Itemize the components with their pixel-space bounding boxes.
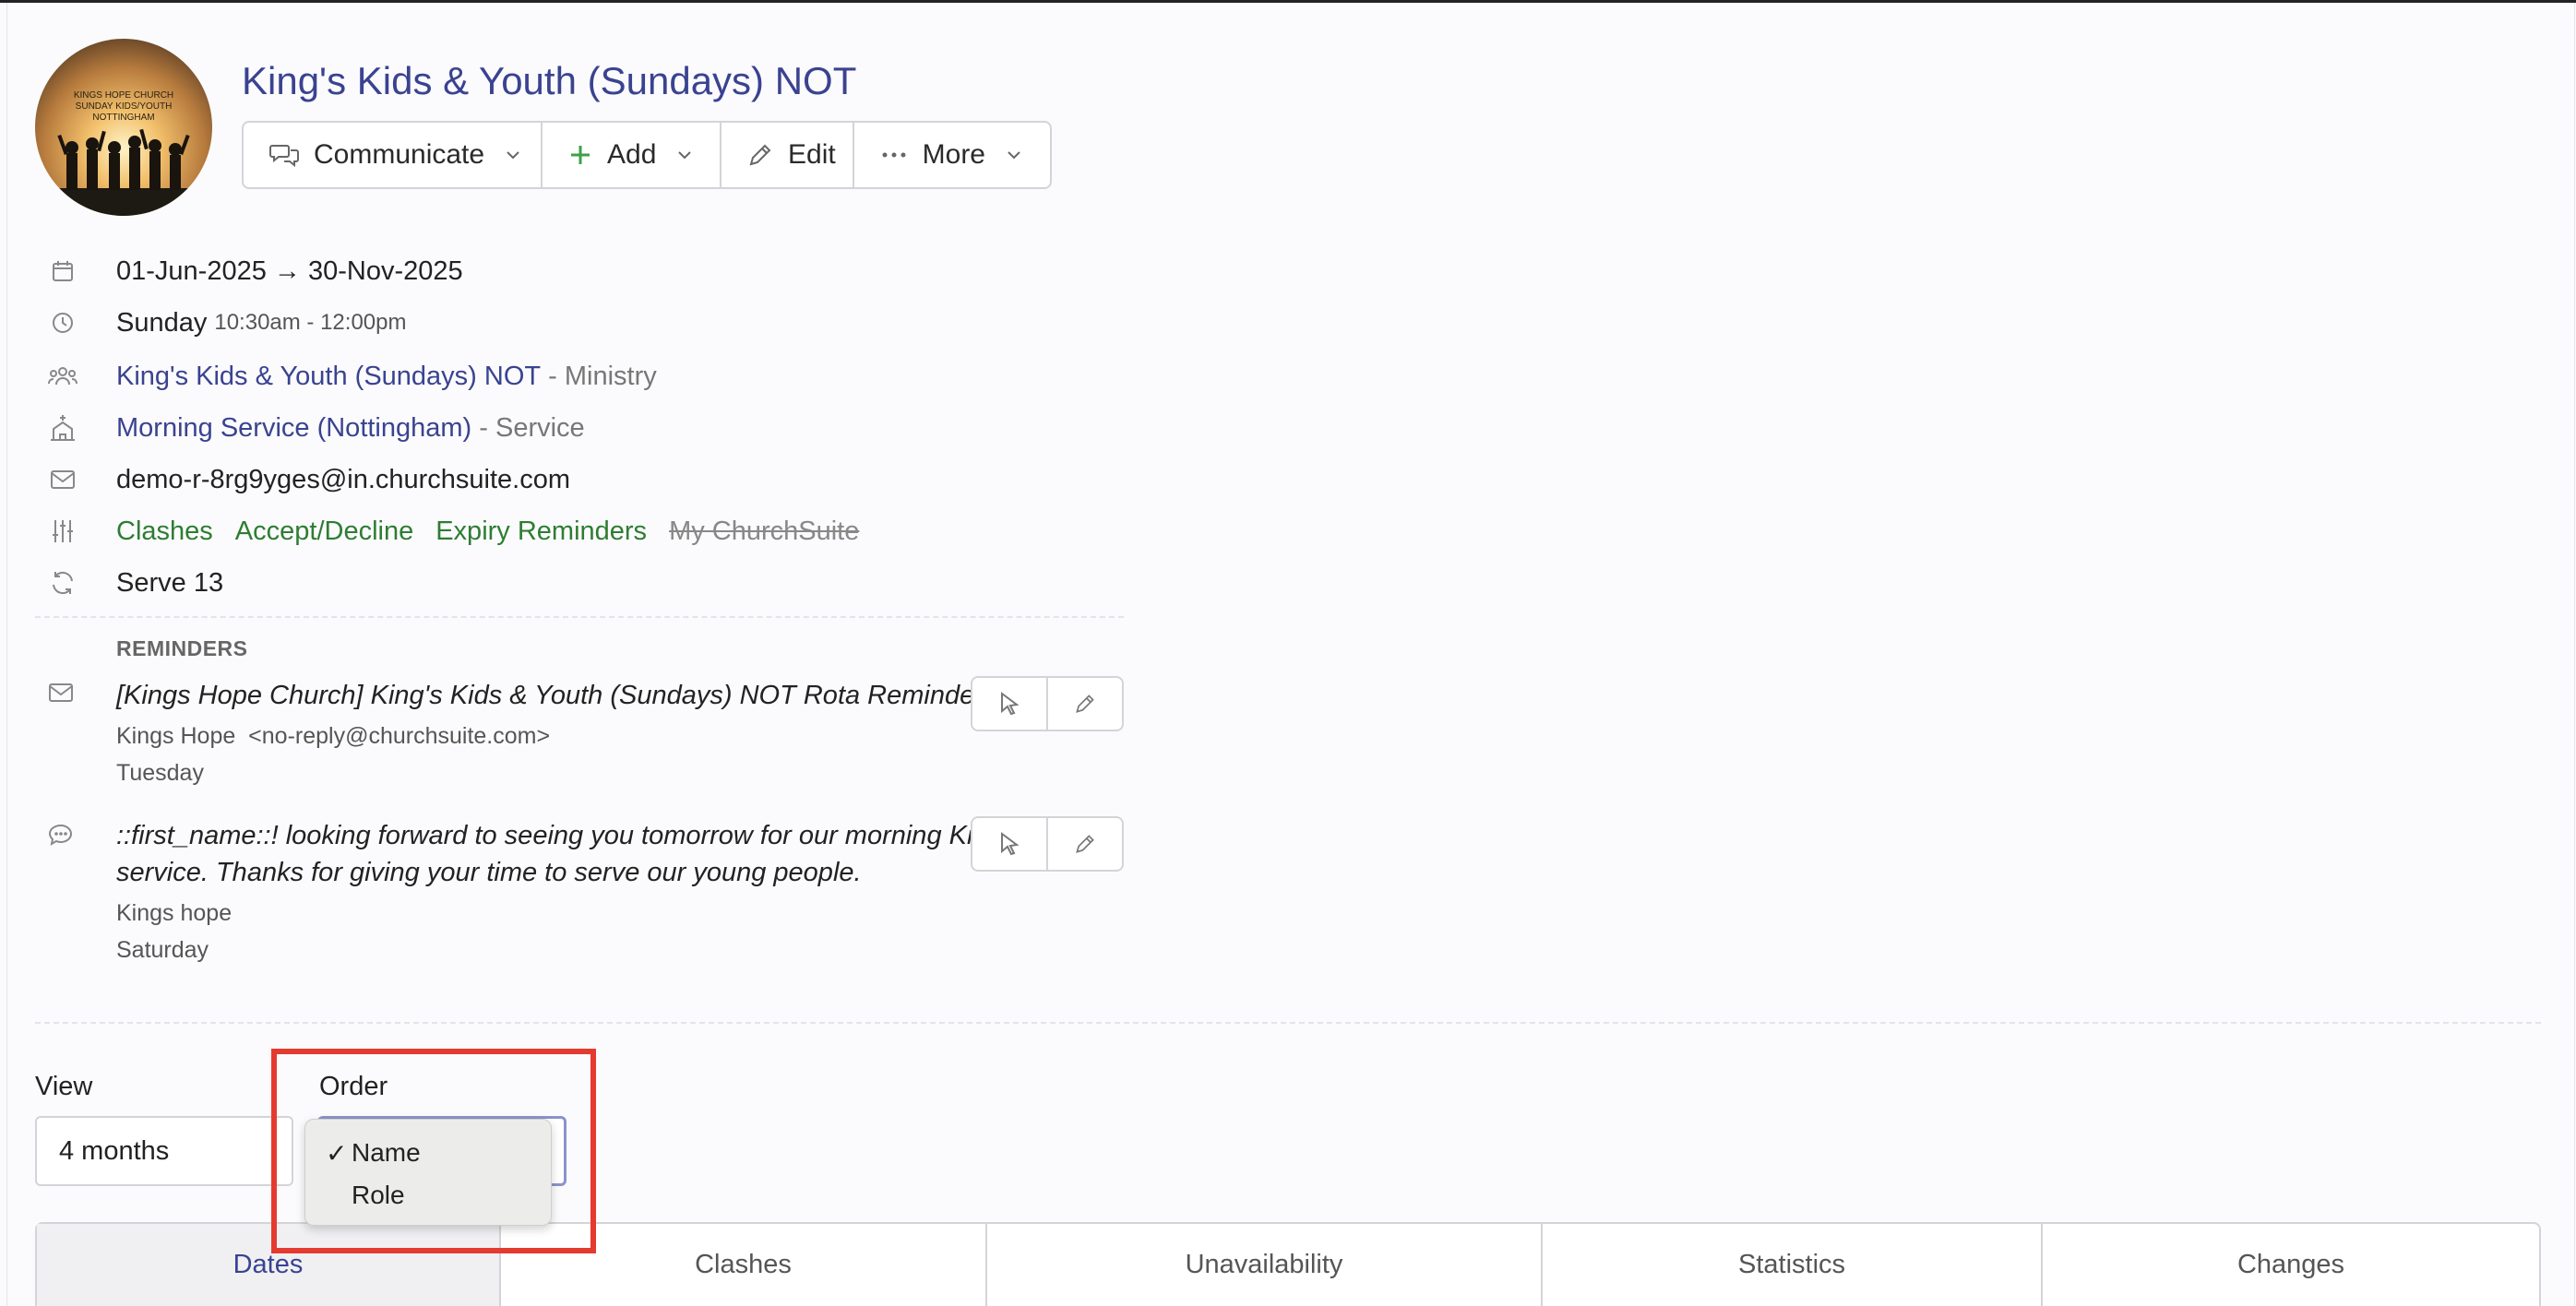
reminders-heading: REMINDERS — [116, 636, 248, 660]
view-value: 4 months — [59, 1135, 170, 1166]
page-title: King's Kids & Youth (Sundays) NOT — [242, 59, 857, 102]
pencil-icon — [1076, 835, 1094, 853]
divider — [35, 616, 1124, 618]
day: Sunday — [116, 307, 208, 338]
time-row: Sunday 10:30am - 12:00pm — [48, 301, 406, 345]
cursor-icon — [1001, 692, 1020, 716]
church-icon — [48, 413, 78, 443]
email-link[interactable]: demo-r-8rg9yges@in.churchsuite.com — [116, 465, 570, 495]
add-button[interactable]: Add — [543, 123, 722, 187]
tab-statistics[interactable]: Statistics — [1543, 1224, 2043, 1306]
edit-reminder-button[interactable] — [1048, 818, 1122, 870]
service-row: Morning Service (Nottingham) - Service — [48, 406, 585, 450]
calendar-icon — [48, 256, 78, 286]
reminder-message-line-1: ::first_name::! looking forward to seein… — [116, 821, 974, 850]
tab-changes[interactable]: Changes — [2043, 1224, 2539, 1306]
chevron-down-icon — [503, 145, 523, 165]
service-suffix: - Service — [471, 412, 585, 443]
action-toolbar: Communicate Add Edit More — [242, 121, 1052, 189]
highlight-box — [271, 1049, 596, 1253]
pencil-icon — [1076, 695, 1094, 713]
serve-row: Serve 13 — [48, 561, 223, 605]
edit-reminder-button[interactable] — [1048, 678, 1122, 730]
more-label: More — [922, 139, 985, 170]
reminder-actions — [971, 676, 1124, 731]
more-button[interactable]: More — [854, 123, 1050, 187]
speech-bubble-icon — [48, 823, 78, 852]
send-reminder-button[interactable] — [972, 818, 1048, 870]
settings-row: Clashes Accept/Decline Expiry Reminders … — [48, 509, 859, 553]
ministry-link[interactable]: King's Kids & Youth (Sundays) NOT — [116, 362, 541, 392]
date-range-row: 01-Jun-2025 → 30-Nov-2025 — [48, 249, 463, 293]
reminder-sender-name: Kings hope — [116, 900, 233, 926]
communicate-label: Communicate — [314, 139, 485, 170]
view-label: View — [35, 1072, 93, 1101]
date-range: 01-Jun-2025 → 30-Nov-2025 — [116, 255, 463, 286]
reminder-day: Tuesday — [116, 760, 204, 786]
reminder-actions — [971, 816, 1124, 872]
ministry-suffix: - Ministry — [541, 361, 657, 391]
accept-decline-setting: Accept/Decline — [234, 516, 414, 546]
add-label: Add — [607, 139, 657, 170]
reminder-sender-name: Kings Hope — [116, 723, 236, 749]
plus-icon — [568, 139, 592, 171]
logo-text-3: NOTTINGHAM — [92, 113, 154, 123]
people-group-icon — [48, 362, 78, 391]
service-link[interactable]: Morning Service (Nottingham) — [116, 413, 471, 444]
envelope-icon — [48, 683, 78, 712]
reminder-sender: Kings Hope <no-reply@churchsuite.com> — [116, 718, 550, 754]
section-divider — [35, 1022, 2541, 1024]
reminder-message-line-2: service. Thanks for giving your time to … — [116, 858, 862, 887]
logo-text-1: KINGS HOPE CHURCH — [74, 90, 173, 101]
event-logo: KINGS HOPE CHURCH SUNDAY KIDS/YOUTH NOTT… — [35, 39, 212, 216]
envelope-icon — [48, 465, 78, 494]
email-row: demo-r-8rg9yges@in.churchsuite.com — [48, 457, 570, 502]
edit-label: Edit — [788, 139, 836, 170]
chat-bubbles-icon — [269, 139, 299, 171]
pencil-icon — [747, 139, 773, 171]
communicate-button[interactable]: Communicate — [244, 123, 543, 187]
serve-count: Serve 13 — [116, 567, 224, 598]
chevron-down-icon — [674, 145, 695, 165]
my-churchsuite-setting: My ChurchSuite — [669, 516, 860, 546]
logo-text-2: SUNDAY KIDS/YOUTH — [76, 101, 173, 112]
reminder-sender-email: <no-reply@churchsuite.com> — [248, 723, 551, 749]
reminder-day: Saturday — [116, 937, 209, 963]
expiry-reminders-setting: Expiry Reminders — [435, 516, 648, 546]
chevron-down-icon — [1004, 145, 1024, 165]
ministry-row: King's Kids & Youth (Sundays) NOT - Mini… — [48, 354, 657, 398]
clock-icon — [48, 308, 78, 338]
reminder-message: [Kings Hope Church] King's Kids & Youth … — [116, 681, 984, 710]
send-reminder-button[interactable] — [972, 678, 1048, 730]
cursor-icon — [1001, 832, 1020, 856]
ellipsis-icon — [880, 139, 908, 171]
sliders-icon — [48, 516, 78, 546]
refresh-icon — [48, 568, 78, 598]
clashes-setting: Clashes — [116, 516, 213, 546]
view-select[interactable]: 4 months — [35, 1116, 293, 1186]
tab-unavailability[interactable]: Unavailability — [987, 1224, 1543, 1306]
time: 10:30am - 12:00pm — [214, 310, 407, 335]
edit-button[interactable]: Edit — [722, 123, 854, 187]
